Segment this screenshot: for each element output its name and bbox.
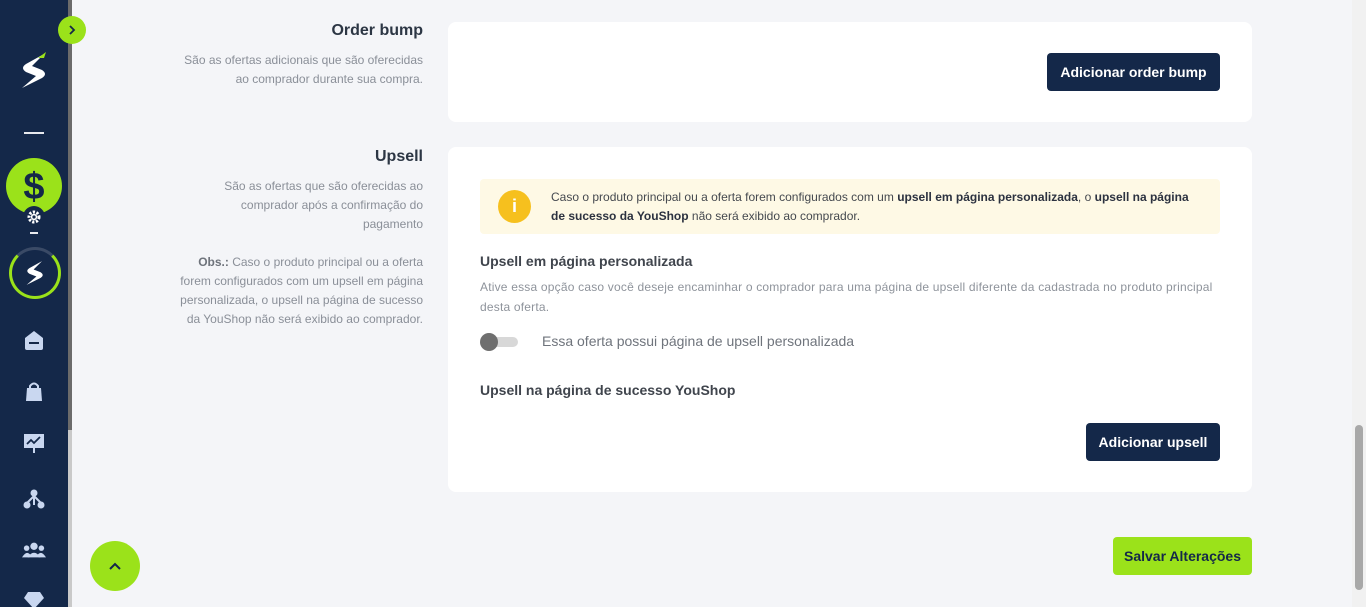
sidebar: $ [0,0,68,607]
users-icon [22,542,46,558]
home-icon [25,331,43,350]
sidebar-item-customers[interactable] [22,538,46,562]
upsell-title: Upsell [374,148,423,165]
sidebar-scrollbar[interactable] [68,0,72,607]
custom-page-title: Upsell em página personalizada [480,253,693,269]
sidebar-item-reports[interactable] [22,431,46,455]
upsell-card: i Caso o produto principal ou a oferta f… [448,147,1252,492]
upsell-obs: Obs.: Caso o produto principal ou a ofer… [180,255,423,326]
scroll-to-top-button[interactable] [90,541,140,591]
info-icon: i [498,190,531,223]
expand-sidebar-button[interactable] [58,16,86,44]
order-bump-title: Order bump [331,22,423,39]
sidebar-item-home[interactable] [22,328,46,352]
sidebar-divider [24,132,44,134]
shopping-bag-icon [26,382,42,401]
youshop-logo[interactable] [14,50,54,92]
presentation-chart-icon [24,434,44,453]
upsell-alert-text: Caso o produto principal ou a oferta for… [551,190,1189,223]
add-upsell-button[interactable]: Adicionar upsell [1086,423,1220,461]
network-icon [23,489,45,509]
upsell-alert: i Caso o produto principal ou a oferta f… [480,179,1220,234]
save-changes-button[interactable]: Salvar Alterações [1113,537,1252,575]
custom-page-description: Ative essa opção caso você deseje encami… [480,280,1213,314]
chevron-right-icon [69,25,76,35]
custom-upsell-toggle[interactable] [480,333,518,351]
dollar-icon: $ [23,166,44,206]
gear-icon [27,210,41,224]
sidebar-item-plans[interactable] [22,588,46,607]
sidebar-item-youshop[interactable] [9,247,61,299]
svg-text:$: $ [23,166,44,206]
custom-upsell-toggle-label: Essa oferta possui página de upsell pers… [542,333,855,349]
add-order-bump-button[interactable]: Adicionar order bump [1047,53,1220,91]
diamond-icon [24,592,44,607]
upsell-description: São as ofertas que são oferecidas ao com… [224,179,423,231]
order-bump-card: Adicionar order bump [448,22,1252,122]
sidebar-item-settings[interactable] [23,206,45,228]
page-scrollbar[interactable] [1352,0,1366,607]
success-page-title: Upsell na página de sucesso YouShop [480,382,736,398]
sidebar-divider-small [30,232,38,234]
youshop-ring-icon [26,261,43,285]
sidebar-item-products[interactable] [22,380,46,404]
chevron-up-icon [109,562,121,570]
order-bump-description: São as ofertas adicionais que são oferec… [184,53,423,86]
sidebar-item-affiliates[interactable] [22,487,46,511]
